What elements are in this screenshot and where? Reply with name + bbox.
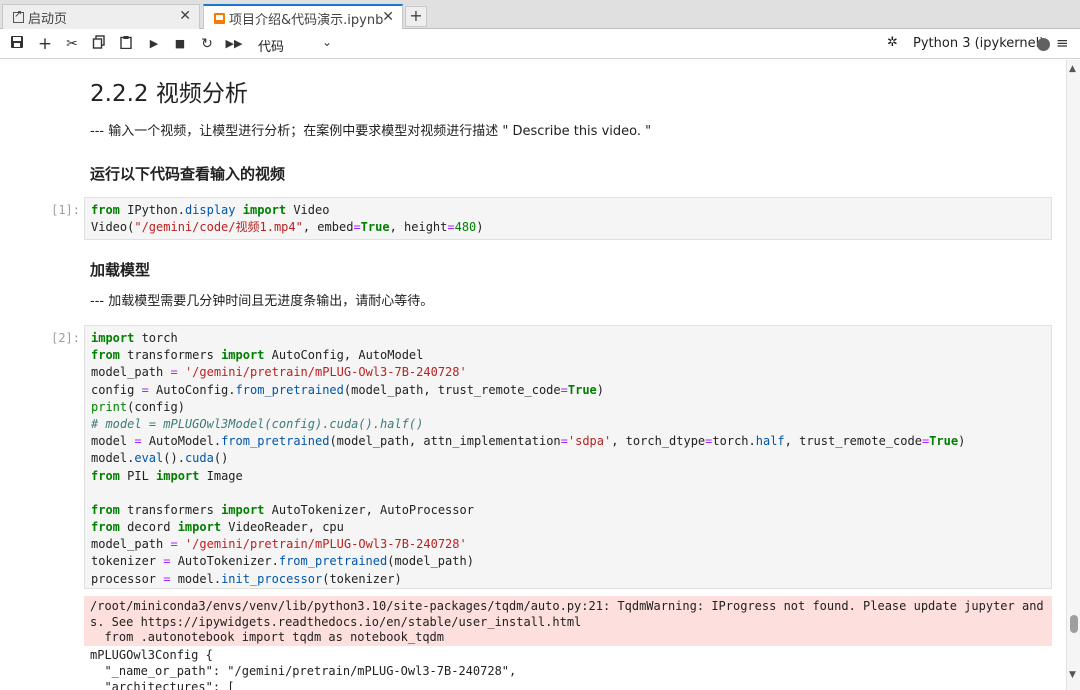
tab-launcher[interactable]: 启动页 ✕ bbox=[2, 4, 200, 29]
output-line: from .autonotebook import tqdm as notebo… bbox=[90, 630, 445, 644]
fast-forward-icon[interactable]: ▶▶ bbox=[225, 35, 243, 53]
code-line[interactable]: print(config) bbox=[91, 399, 1045, 416]
restart-icon[interactable]: ↻ bbox=[198, 35, 216, 53]
output-line: s. See https://ipywidgets.readthedocs.io… bbox=[90, 614, 582, 629]
code-line[interactable]: from transformers import AutoTokenizer, … bbox=[91, 502, 1045, 519]
section-heading: 2.2.2 视频分析 bbox=[90, 81, 248, 107]
scrollbar[interactable]: ▲ ▼ bbox=[1066, 60, 1080, 690]
section-title-video: 运行以下代码查看输入的视频 bbox=[90, 165, 286, 183]
tab-label: 启动页 bbox=[28, 11, 68, 27]
scroll-down-icon[interactable]: ▼ bbox=[1069, 670, 1076, 680]
chevron-down-icon[interactable]: ⌄ bbox=[322, 35, 332, 49]
close-icon[interactable]: ✕ bbox=[179, 8, 191, 24]
close-icon[interactable]: ✕ bbox=[382, 9, 394, 25]
output-line: /root/miniconda3/envs/venv/lib/python3.1… bbox=[90, 599, 1052, 613]
code-line[interactable]: # model = mPLUGOwl3Model(config).cuda().… bbox=[91, 416, 1045, 433]
intro-text: --- 输入一个视频，让模型进行分析；在案例中要求模型对视频进行描述 " Des… bbox=[90, 124, 652, 139]
notebook-panel: 2.2.2 视频分析 --- 输入一个视频，让模型进行分析；在案例中要求模型对视… bbox=[0, 60, 1066, 690]
tab-bar: 启动页 ✕ 项目介绍&代码演示.ipynb ✕ + bbox=[0, 0, 1080, 30]
add-cell-icon[interactable]: + bbox=[36, 35, 54, 53]
notebook-icon bbox=[214, 12, 225, 24]
copy-icon[interactable] bbox=[90, 35, 108, 53]
kernel-name[interactable]: Python 3 (ipykernel) bbox=[913, 36, 1044, 51]
cell-type-select[interactable]: 代码 bbox=[258, 36, 284, 55]
code-line[interactable] bbox=[91, 485, 1045, 502]
code-line[interactable]: from IPython.display import Video bbox=[91, 202, 1045, 219]
code-line[interactable]: model = AutoModel.from_pretrained(model_… bbox=[91, 433, 1045, 450]
code-cell[interactable]: import torch from transformers import Aut… bbox=[84, 325, 1052, 589]
code-line[interactable]: model_path = '/gemini/pretrain/mPLUG-Owl… bbox=[91, 364, 1045, 381]
tab-notebook[interactable]: 项目介绍&代码演示.ipynb ✕ bbox=[203, 4, 403, 30]
notebook-toolbar: + ✂ ▶ ■ ↻ ▶▶ 代码 ⌄ ✲ Python 3 (ipykernel)… bbox=[0, 29, 1080, 59]
stderr-output: /root/miniconda3/envs/venv/lib/python3.1… bbox=[84, 596, 1052, 646]
kernel-status-icon bbox=[1037, 38, 1050, 51]
new-tab-button[interactable]: + bbox=[405, 6, 427, 27]
code-line[interactable]: from PIL import Image bbox=[91, 468, 1045, 485]
stdout-output: mPLUGOwl3Config { "_name_or_path": "/gem… bbox=[84, 647, 1052, 690]
code-cell[interactable]: from IPython.display import Video Video("… bbox=[84, 197, 1052, 240]
code-line[interactable]: import torch bbox=[91, 330, 1045, 347]
paste-icon[interactable] bbox=[117, 35, 135, 53]
run-icon[interactable]: ▶ bbox=[145, 35, 163, 53]
code-line[interactable]: from decord import VideoReader, cpu bbox=[91, 519, 1045, 536]
output-line: "architectures": [ bbox=[90, 680, 235, 690]
cell-prompt: [1]: bbox=[51, 203, 80, 217]
code-line[interactable]: model.eval().cuda() bbox=[91, 450, 1045, 467]
scroll-thumb[interactable] bbox=[1070, 615, 1078, 633]
stop-icon[interactable]: ■ bbox=[171, 35, 189, 53]
external-link-icon bbox=[13, 9, 24, 23]
save-icon[interactable] bbox=[8, 35, 26, 53]
code-line[interactable]: tokenizer = AutoTokenizer.from_pretraine… bbox=[91, 553, 1045, 570]
code-line[interactable]: config = AutoConfig.from_pretrained(mode… bbox=[91, 382, 1045, 399]
section-note: --- 加载模型需要几分钟时间且无进度条输出，请耐心等待。 bbox=[90, 294, 434, 309]
output-line: "_name_or_path": "/gemini/pretrain/mPLUG… bbox=[90, 664, 517, 678]
menu-icon[interactable]: ≡ bbox=[1056, 34, 1069, 52]
scroll-up-icon[interactable]: ▲ bbox=[1069, 64, 1076, 74]
code-line[interactable]: Video("/gemini/code/视频1.mp4", embed=True… bbox=[91, 219, 1045, 236]
bug-icon[interactable]: ✲ bbox=[887, 35, 898, 50]
code-line[interactable]: from transformers import AutoConfig, Aut… bbox=[91, 347, 1045, 364]
code-line[interactable]: processor = model.init_processor(tokeniz… bbox=[91, 571, 1045, 588]
cut-icon[interactable]: ✂ bbox=[63, 35, 81, 53]
section-title-model: 加载模型 bbox=[90, 261, 151, 279]
cell-prompt: [2]: bbox=[51, 331, 80, 345]
code-line[interactable]: model_path = '/gemini/pretrain/mPLUG-Owl… bbox=[91, 536, 1045, 553]
output-line: mPLUGOwl3Config { bbox=[90, 648, 213, 662]
tab-label: 项目介绍&代码演示.ipynb bbox=[229, 12, 384, 28]
